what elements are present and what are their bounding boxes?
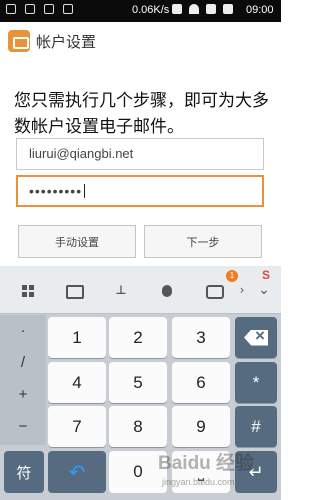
key-1[interactable]: 1	[48, 317, 106, 358]
notification-icon	[63, 4, 73, 14]
page-title: 帐户设置	[36, 33, 97, 51]
space-button[interactable]: ⎵	[172, 451, 230, 493]
sogou-logo-icon: S	[262, 268, 271, 282]
status-left-icons	[6, 4, 73, 14]
status-bar: 0.06K/s 09:00	[0, 0, 281, 22]
manual-setup-button[interactable]: 手动设置	[18, 225, 136, 258]
next-button[interactable]: 下一步	[144, 225, 262, 258]
delete-button[interactable]	[235, 317, 277, 358]
password-value: •••••••••	[29, 183, 83, 199]
key-hash[interactable]: #	[235, 406, 277, 447]
camera-icon[interactable]	[206, 285, 224, 299]
key-4[interactable]: 4	[48, 362, 106, 403]
key-8[interactable]: 8	[109, 406, 167, 447]
enter-icon: ↵	[248, 461, 264, 483]
back-button[interactable]: ↶	[48, 451, 106, 493]
symbol-mode-button[interactable]: 符	[4, 451, 44, 493]
key-2[interactable]: 2	[109, 317, 167, 358]
text-cursor	[84, 184, 86, 198]
network-speed: 0.06K/s	[132, 4, 170, 16]
numeric-keyboard: ⊥ › ⌄ 1 S · / + − 1 2 3 4 5 6 * 7 8 9 # …	[0, 266, 281, 500]
alarm-icon	[172, 4, 182, 14]
email-value: liurui@qiangbi.net	[29, 146, 134, 161]
key-3[interactable]: 3	[172, 317, 230, 358]
key-7[interactable]: 7	[48, 406, 106, 447]
keyboard-icon[interactable]	[66, 285, 84, 299]
key-asterisk[interactable]: *	[235, 362, 277, 403]
setup-instruction: 您只需执行几个步骤，即可为大多数帐户设置电子邮件。	[14, 91, 269, 137]
backspace-icon	[244, 329, 268, 346]
symbol-key-slash[interactable]: /	[0, 347, 46, 379]
key-0[interactable]: 0	[109, 451, 167, 493]
key-5[interactable]: 5	[109, 362, 167, 403]
key-9[interactable]: 9	[172, 406, 230, 447]
symbol-key-plus[interactable]: +	[0, 379, 46, 411]
usb-icon	[44, 4, 54, 14]
password-field[interactable]: •••••••••	[16, 175, 264, 207]
cursor-icon[interactable]: ⊥	[113, 283, 129, 297]
keyboard-toolbar: ⊥ › ⌄ 1 S	[0, 266, 281, 314]
microphone-icon[interactable]	[162, 285, 172, 297]
app-bar: 帐户设置	[0, 22, 281, 66]
notification-icon	[25, 4, 35, 14]
undo-arrow-icon: ↶	[68, 460, 86, 484]
email-field[interactable]: liurui@qiangbi.net	[16, 138, 264, 170]
signal-icon	[206, 4, 216, 14]
notification-badge: 1	[226, 270, 238, 282]
mail-icon	[8, 30, 30, 52]
chevron-down-icon[interactable]: ⌄	[256, 282, 272, 298]
more-icon[interactable]: ›	[239, 283, 245, 297]
symbol-key-minus[interactable]: −	[0, 411, 46, 443]
battery-icon	[223, 4, 233, 14]
grid-icon[interactable]	[22, 285, 36, 299]
symbol-column: · / + −	[0, 315, 46, 445]
enter-button[interactable]: ↵	[235, 451, 277, 493]
status-right-icons	[172, 4, 233, 14]
notification-icon	[6, 4, 16, 14]
wifi-icon	[189, 4, 199, 14]
clock: 09:00	[246, 4, 274, 16]
key-6[interactable]: 6	[172, 362, 230, 403]
symbol-key-dot[interactable]: ·	[0, 315, 46, 347]
